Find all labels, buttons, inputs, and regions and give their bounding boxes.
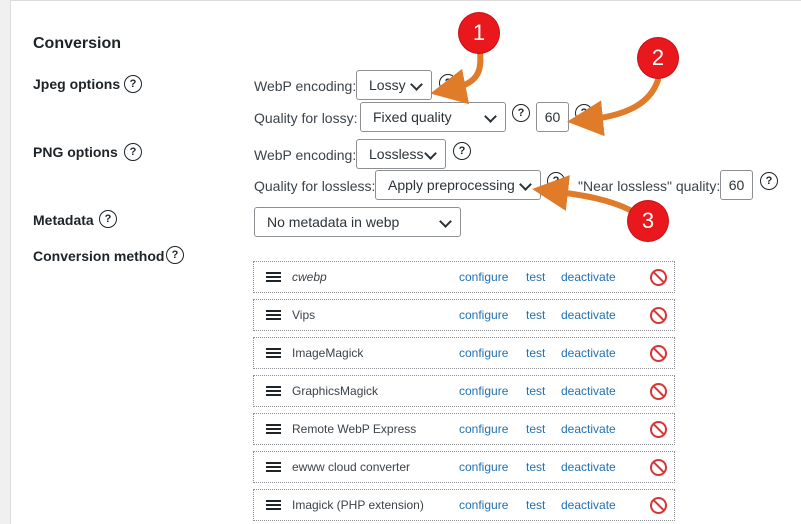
disabled-icon[interactable] bbox=[650, 459, 667, 476]
jpeg-encoding-select[interactable]: Lossy bbox=[356, 70, 432, 100]
png-options-label: PNG options bbox=[33, 144, 118, 160]
near-lossless-input[interactable]: 60 bbox=[720, 170, 753, 200]
test-link[interactable]: test bbox=[526, 270, 545, 284]
converter-name: ewww cloud converter bbox=[292, 460, 411, 474]
annotation-marker-3: 3 bbox=[628, 201, 668, 241]
test-link[interactable]: test bbox=[526, 498, 545, 512]
png-encoding-label: WebP encoding: bbox=[254, 147, 357, 163]
near-lossless-label: "Near lossless" quality: bbox=[578, 178, 721, 194]
configure-link[interactable]: configure bbox=[459, 384, 508, 398]
chevron-down-icon bbox=[410, 78, 423, 91]
converter-row[interactable]: Remote WebP Express configure test deact… bbox=[253, 413, 675, 445]
drag-handle-icon[interactable] bbox=[266, 424, 281, 434]
png-options-help-icon[interactable]: ? bbox=[124, 143, 142, 161]
converter-name: GraphicsMagick bbox=[292, 384, 379, 398]
jpeg-quality-label: Quality for lossy: bbox=[254, 110, 358, 126]
png-encoding-help-icon[interactable]: ? bbox=[453, 142, 471, 160]
jpeg-quality-value: Fixed quality bbox=[373, 109, 452, 125]
png-encoding-value: Lossless bbox=[369, 146, 424, 162]
deactivate-link[interactable]: deactivate bbox=[561, 460, 616, 474]
metadata-label: Metadata bbox=[33, 212, 94, 228]
configure-link[interactable]: configure bbox=[459, 308, 508, 322]
jpeg-quality-select[interactable]: Fixed quality bbox=[360, 102, 506, 132]
drag-handle-icon[interactable] bbox=[266, 272, 281, 282]
disabled-icon[interactable] bbox=[650, 421, 667, 438]
drag-handle-icon[interactable] bbox=[266, 310, 281, 320]
deactivate-link[interactable]: deactivate bbox=[561, 270, 616, 284]
section-title: Conversion bbox=[33, 35, 122, 52]
png-quality-label: Quality for lossless: bbox=[254, 178, 376, 194]
annotation-marker-2: 2 bbox=[638, 38, 678, 78]
converter-name: ImageMagick bbox=[292, 346, 364, 360]
converter-row[interactable]: Vips configure test deactivate bbox=[253, 299, 675, 331]
jpeg-quality-number-help-icon[interactable]: ? bbox=[575, 104, 593, 122]
conversion-method-label: Conversion method bbox=[33, 248, 165, 264]
metadata-help-icon[interactable]: ? bbox=[99, 210, 117, 228]
converter-name: cwebp bbox=[292, 270, 327, 284]
converter-name: Remote WebP Express bbox=[292, 422, 417, 436]
png-quality-value: Apply preprocessing bbox=[388, 177, 515, 193]
jpeg-encoding-label: WebP encoding: bbox=[254, 78, 357, 94]
converter-row[interactable]: cwebp configure test deactivate bbox=[253, 261, 675, 293]
converter-name: Vips bbox=[292, 308, 316, 322]
conversion-method-help-icon[interactable]: ? bbox=[166, 246, 184, 264]
converter-row[interactable]: ewww cloud converter configure test deac… bbox=[253, 451, 675, 483]
chevron-down-icon bbox=[424, 147, 437, 160]
jpeg-options-label: Jpeg options bbox=[33, 76, 121, 92]
disabled-icon[interactable] bbox=[650, 307, 667, 324]
chevron-down-icon bbox=[439, 215, 452, 228]
chevron-down-icon bbox=[484, 110, 497, 123]
jpeg-encoding-help-icon[interactable]: ? bbox=[439, 74, 457, 92]
converter-row[interactable]: Imagick (PHP extension) configure test d… bbox=[253, 489, 675, 521]
disabled-icon[interactable] bbox=[650, 269, 667, 286]
jpeg-encoding-value: Lossy bbox=[369, 77, 406, 93]
chevron-down-icon bbox=[519, 178, 532, 191]
test-link[interactable]: test bbox=[526, 422, 545, 436]
jpeg-options-help-icon[interactable]: ? bbox=[124, 75, 142, 93]
test-link[interactable]: test bbox=[526, 384, 545, 398]
metadata-value: No metadata in webp bbox=[267, 214, 400, 230]
jpeg-quality-number-input[interactable]: 60 bbox=[536, 102, 569, 132]
test-link[interactable]: test bbox=[526, 308, 545, 322]
configure-link[interactable]: configure bbox=[459, 498, 508, 512]
disabled-icon[interactable] bbox=[650, 345, 667, 362]
deactivate-link[interactable]: deactivate bbox=[561, 498, 616, 512]
png-quality-select[interactable]: Apply preprocessing bbox=[375, 170, 541, 200]
test-link[interactable]: test bbox=[526, 346, 545, 360]
deactivate-link[interactable]: deactivate bbox=[561, 346, 616, 360]
png-quality-help-icon[interactable]: ? bbox=[547, 172, 565, 190]
deactivate-link[interactable]: deactivate bbox=[561, 384, 616, 398]
test-link[interactable]: test bbox=[526, 460, 545, 474]
configure-link[interactable]: configure bbox=[459, 346, 508, 360]
configure-link[interactable]: configure bbox=[459, 270, 508, 284]
metadata-select[interactable]: No metadata in webp bbox=[254, 207, 461, 237]
disabled-icon[interactable] bbox=[650, 497, 667, 514]
annotation-marker-1: 1 bbox=[459, 13, 499, 53]
drag-handle-icon[interactable] bbox=[266, 462, 281, 472]
jpeg-quality-help-icon[interactable]: ? bbox=[512, 104, 530, 122]
converter-row[interactable]: ImageMagick configure test deactivate bbox=[253, 337, 675, 369]
deactivate-link[interactable]: deactivate bbox=[561, 308, 616, 322]
configure-link[interactable]: configure bbox=[459, 422, 508, 436]
configure-link[interactable]: configure bbox=[459, 460, 508, 474]
deactivate-link[interactable]: deactivate bbox=[561, 422, 616, 436]
drag-handle-icon[interactable] bbox=[266, 500, 281, 510]
drag-handle-icon[interactable] bbox=[266, 348, 281, 358]
png-encoding-select[interactable]: Lossless bbox=[356, 139, 446, 169]
drag-handle-icon[interactable] bbox=[266, 386, 281, 396]
converter-row[interactable]: GraphicsMagick configure test deactivate bbox=[253, 375, 675, 407]
near-lossless-help-icon[interactable]: ? bbox=[760, 172, 778, 190]
disabled-icon[interactable] bbox=[650, 383, 667, 400]
converter-name: Imagick (PHP extension) bbox=[292, 498, 424, 512]
